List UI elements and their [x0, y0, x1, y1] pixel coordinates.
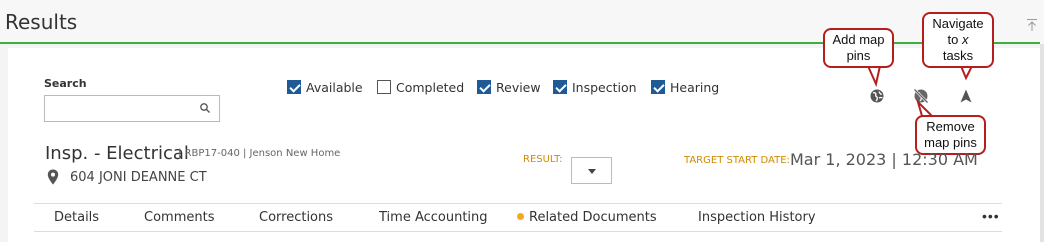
- filter-label: Inspection: [572, 79, 637, 95]
- callout-navigate: Navigate to x tasks: [922, 12, 994, 68]
- record-address: 604 JONI DEANNE CT: [70, 170, 207, 185]
- filter-completed[interactable]: Completed: [377, 79, 464, 95]
- search-input[interactable]: [44, 95, 220, 122]
- chevron-down-icon: [588, 169, 596, 174]
- tab-inspection-history[interactable]: Inspection History: [698, 210, 816, 225]
- filter-label: Review: [496, 79, 541, 95]
- tab-label: Related Documents: [529, 210, 657, 225]
- tab-corrections[interactable]: Corrections: [259, 210, 333, 225]
- tab-time-accounting[interactable]: Time Accounting: [379, 210, 488, 225]
- filter-label: Available: [306, 79, 363, 95]
- filter-available[interactable]: Available: [287, 79, 363, 95]
- filter-review[interactable]: Review: [477, 79, 541, 95]
- result-label: RESULT:: [523, 154, 563, 165]
- checkbox-completed[interactable]: [377, 80, 391, 94]
- callout-add-map-pins: Add map pins: [823, 28, 894, 68]
- record-title[interactable]: Insp. - Electrical: [45, 143, 189, 164]
- location-pin-icon: [47, 169, 59, 185]
- navigate-arrow-icon[interactable]: [958, 88, 974, 104]
- filter-hearing[interactable]: Hearing: [651, 79, 719, 95]
- scrollbar-track[interactable]: [1040, 44, 1044, 242]
- record-meta: | RBP17-040 | Jenson New Home: [178, 148, 341, 159]
- target-start-date-value: Mar 1, 2023 | 12:30 AM: [790, 150, 978, 169]
- indicator-dot: [517, 213, 524, 220]
- tab-details[interactable]: Details: [54, 210, 99, 225]
- globe-slash-icon[interactable]: [913, 88, 929, 104]
- tabs-divider-bottom: [34, 231, 1002, 232]
- search-icon: [200, 103, 210, 113]
- checkbox-review[interactable]: [477, 80, 491, 94]
- filter-label: Completed: [396, 79, 465, 95]
- tab-comments[interactable]: Comments: [144, 210, 214, 225]
- more-options-icon[interactable]: •••: [982, 208, 1000, 224]
- callout-remove-map-pins: Remove map pins: [915, 115, 986, 155]
- checkbox-inspection[interactable]: [553, 80, 567, 94]
- globe-icon[interactable]: [869, 88, 885, 104]
- target-start-date-label: TARGET START DATE:: [684, 155, 790, 166]
- checkbox-available[interactable]: [287, 80, 301, 94]
- filter-inspection[interactable]: Inspection: [553, 79, 637, 95]
- checkbox-hearing[interactable]: [651, 80, 665, 94]
- collapse-icon[interactable]: [1026, 18, 1038, 32]
- tabs-divider-top: [34, 203, 1002, 204]
- search-label: Search: [44, 77, 87, 90]
- tab-related-documents[interactable]: Related Documents: [517, 210, 657, 225]
- page-title: Results: [5, 10, 78, 34]
- filter-label: Hearing: [670, 79, 720, 95]
- result-dropdown[interactable]: [571, 157, 612, 184]
